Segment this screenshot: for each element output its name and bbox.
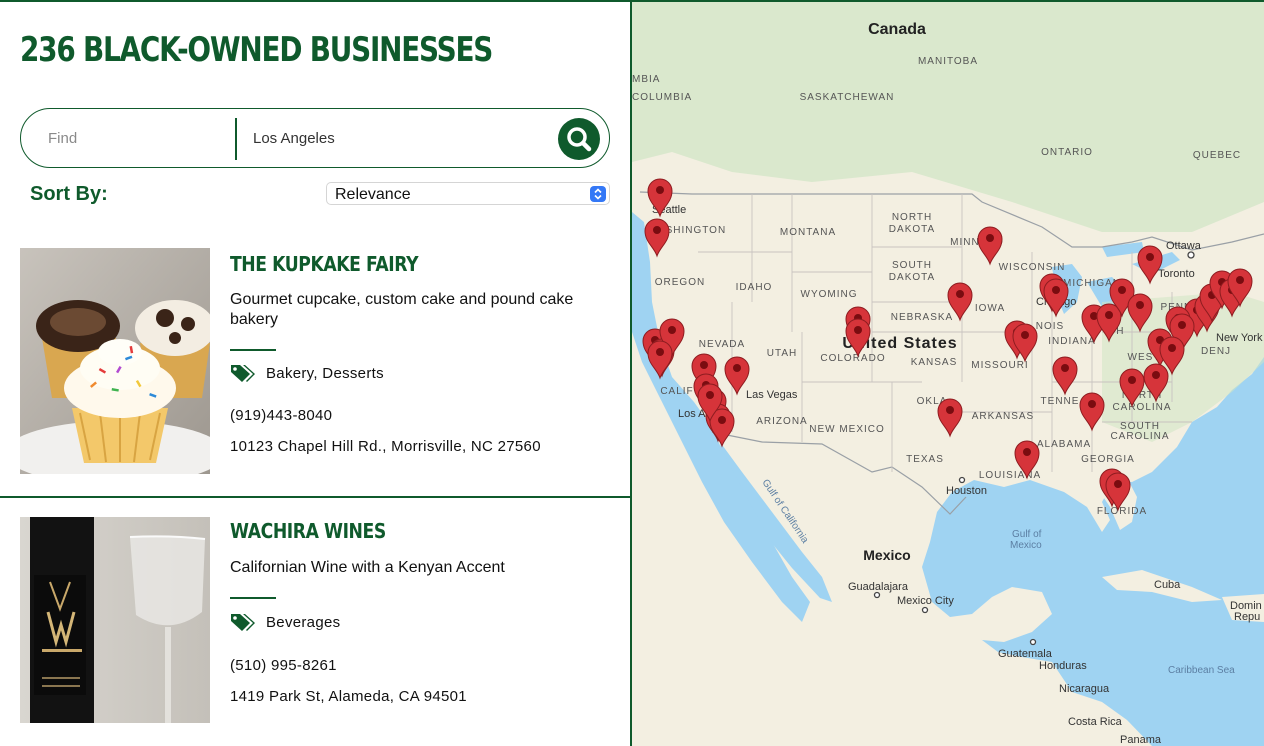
state-label: NORTH [892, 212, 932, 223]
location-input[interactable] [251, 109, 555, 168]
listing-phone[interactable]: (919)443-8040 [230, 407, 332, 424]
state-label: TEXAS [906, 454, 944, 465]
city-label: New York [1216, 332, 1263, 344]
search-icon [567, 127, 592, 152]
listing-address: 1419 Park St, Alameda, CA 94501 [230, 688, 467, 705]
listing-categories: Beverages [266, 614, 341, 631]
province-label: QUEBEC [1193, 150, 1241, 161]
listing-categories: Bakery, Desserts [266, 365, 384, 382]
listing-photo-cupcakes[interactable] [20, 248, 210, 474]
city-label: Guadalajara [848, 581, 909, 593]
sort-select[interactable]: Relevance [326, 182, 610, 205]
city-label: Los A [678, 408, 706, 420]
listing-card[interactable]: WACHIRA WINES Californian Wine with a Ke… [0, 498, 630, 746]
listing-name[interactable]: WACHIRA WINES [230, 519, 386, 543]
listing-phone[interactable]: (510) 995-8261 [230, 657, 337, 674]
listing-card[interactable]: THE KUPKAKE FAIRY Gourmet cupcake, custo… [0, 248, 630, 498]
city-label: Mexico City [897, 595, 954, 607]
city-label: Houston [946, 485, 987, 497]
state-label: CAROLINA [1112, 402, 1171, 413]
province-label: ONTARIO [1041, 147, 1093, 158]
province-label: MBIA [632, 74, 660, 85]
state-label: FLORIDA [1097, 506, 1147, 517]
state-label: ARIZONA [756, 416, 807, 427]
results-panel: 236 BLACK-OWNED BUSINESSES Sort By: Rele… [0, 2, 632, 746]
search-divider [235, 118, 237, 160]
city-dot [1187, 251, 1195, 259]
state-label: CALIF [660, 386, 693, 397]
water-label: Mexico [1010, 540, 1042, 551]
country-label-mexico: Mexico [863, 547, 910, 563]
state-label: TENNE [1041, 396, 1080, 407]
state-label: SOUTH [892, 260, 932, 271]
province-label: SASKATCHEWAN [800, 92, 895, 103]
city-label: Nicaragua [1059, 683, 1110, 695]
tags-icon [231, 614, 255, 631]
province-label: MANITOBA [918, 56, 978, 67]
state-label: MISSOURI [971, 360, 1028, 371]
sort-selected-value: Relevance [335, 186, 411, 203]
business-map[interactable]: Canada United States Mexico MBIA COLUMBI… [632, 2, 1264, 746]
sort-label: Sort By: [30, 183, 108, 205]
state-label: NOIS [1036, 321, 1064, 332]
state-label: WISCONSIN [999, 262, 1066, 273]
state-label: CAROLINA [1110, 431, 1169, 442]
city-dot [958, 476, 966, 484]
province-label: COLUMBIA [632, 92, 692, 103]
city-label: Panama [1120, 734, 1162, 746]
state-label: WYOMING [801, 289, 858, 300]
state-label: DAKOTA [889, 224, 935, 235]
state-label: ARKANSAS [972, 411, 1034, 422]
state-label: DAKOTA [889, 272, 935, 283]
state-label: KANSAS [911, 357, 958, 368]
city-label: Guatemala [998, 648, 1053, 660]
listing-description: Gourmet cupcake, custom cake and pound c… [230, 291, 574, 328]
state-label: COLORADO [820, 353, 885, 364]
state-label: GEORGIA [1081, 454, 1135, 465]
find-input[interactable] [46, 109, 235, 168]
listing-name[interactable]: THE KUPKAKE FAIRY [230, 252, 419, 276]
state-label: ALABAMA [1037, 439, 1091, 450]
city-label: Repu [1234, 611, 1260, 623]
city-label: Ottawa [1166, 240, 1202, 252]
page-title: 236 BLACK-OWNED BUSINESSES [20, 30, 493, 70]
state-label: NEVADA [699, 339, 745, 350]
country-label-canada: Canada [868, 21, 926, 38]
state-label: OREGON [655, 277, 705, 288]
city-dot [1029, 638, 1037, 646]
search-bar [20, 108, 610, 168]
listing-address: 10123 Chapel Hill Rd., Morrisville, NC 2… [230, 438, 541, 455]
city-dot [921, 606, 929, 614]
listing-description: Californian Wine with a Kenyan Accent [230, 559, 505, 576]
state-label: NEBRASKA [891, 312, 953, 323]
listing-photo-wine[interactable] [20, 517, 210, 723]
city-label: Costa Rica [1068, 716, 1123, 728]
city-label: Cuba [1154, 579, 1181, 591]
listing-divider [230, 597, 276, 599]
state-label: LOUISIANA [979, 470, 1041, 481]
listing-divider [230, 349, 276, 351]
city-label: Toronto [1158, 268, 1195, 280]
state-label: INDIANA [1048, 336, 1096, 347]
state-label: IOWA [975, 303, 1005, 314]
water-label: Gulf of [1012, 529, 1042, 540]
city-dot [873, 591, 881, 599]
state-label: NEW MEXICO [809, 424, 885, 435]
state-label: MONTANA [780, 227, 836, 238]
tags-icon [231, 365, 255, 382]
select-arrows-icon [590, 186, 606, 202]
city-label: Las Vegas [746, 389, 798, 401]
city-label: Honduras [1039, 660, 1087, 672]
water-label: Caribbean Sea [1168, 665, 1235, 676]
state-label: IDAHO [736, 282, 773, 293]
state-label: DENJ [1201, 346, 1231, 357]
state-label: UTAH [767, 348, 797, 359]
search-button[interactable] [558, 118, 600, 160]
